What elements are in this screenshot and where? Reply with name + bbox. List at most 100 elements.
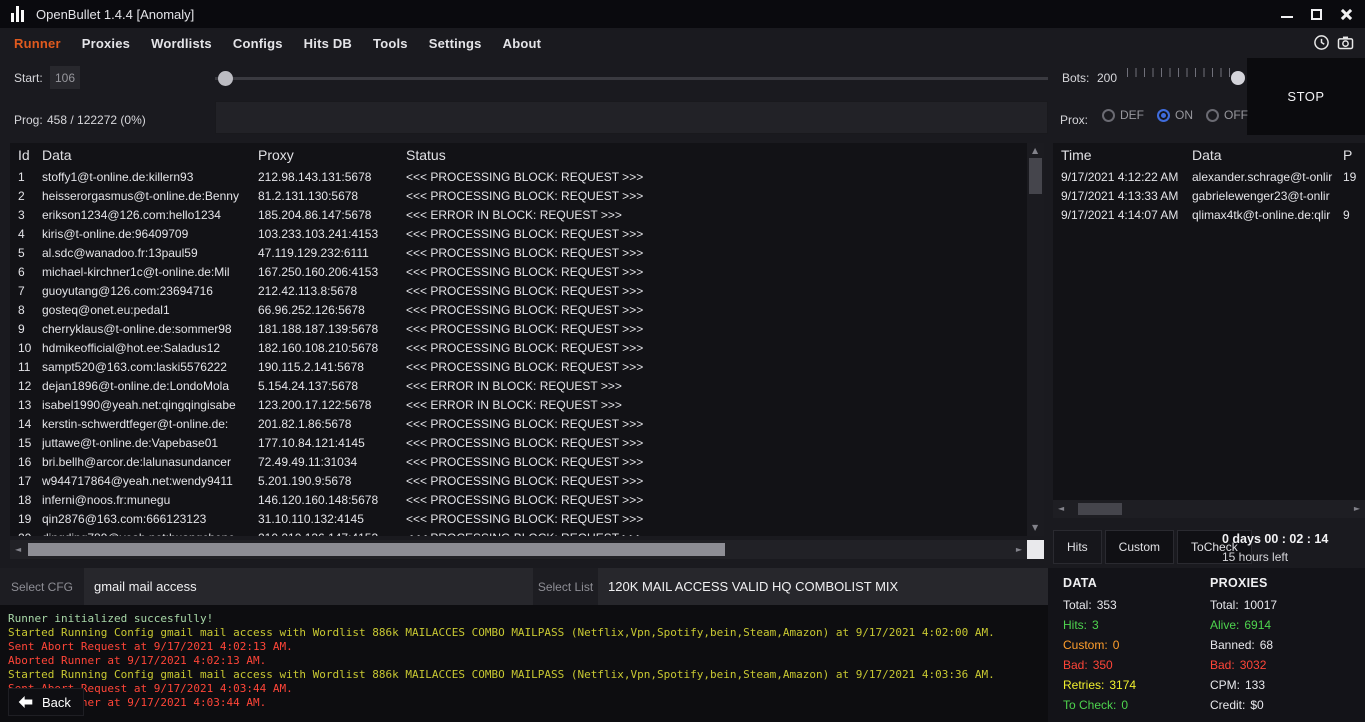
column-header-time[interactable]: Time <box>1061 147 1192 163</box>
stat-value: 133 <box>1245 678 1265 692</box>
openbullet-window: OpenBullet 1.4.4 [Anomaly] Runner Proxie… <box>0 0 1365 722</box>
table-row[interactable]: 18 inferni@noos.fr:munegu 146.120.160.14… <box>10 490 1027 509</box>
cell-id: 17 <box>18 474 42 488</box>
hits-horizontal-scrollbar[interactable]: ◄ ► <box>1053 500 1365 518</box>
progress-bar <box>215 101 1048 134</box>
cell-time: 9/17/2021 4:14:07 AM <box>1061 208 1192 222</box>
scroll-left-icon[interactable]: ◄ <box>1058 505 1064 513</box>
minimize-icon[interactable] <box>1281 16 1293 18</box>
column-header-proxy[interactable]: P <box>1343 147 1365 163</box>
cell-id: 18 <box>18 493 42 507</box>
column-header-data[interactable]: Data <box>1192 147 1343 163</box>
table-row[interactable]: 20 dingding789@yeah.net:huangchenc 210.2… <box>10 528 1027 536</box>
slider-thumb-icon[interactable] <box>218 71 233 86</box>
scroll-left-icon[interactable]: ◄ <box>15 546 21 554</box>
back-button[interactable]: Back <box>8 688 84 716</box>
table-row[interactable]: 5 al.sdc@wanadoo.fr:13paul59 47.119.129.… <box>10 243 1027 262</box>
table-row[interactable]: 11 sampt520@163.com:laski5576222 190.115… <box>10 357 1027 376</box>
proxy-mode-option[interactable]: OFF <box>1206 108 1248 122</box>
cell-data: qlimax4tk@t-online.de:qlir <box>1192 208 1343 222</box>
hit-row[interactable]: 9/17/2021 4:14:07 AM qlimax4tk@t-online.… <box>1053 205 1365 224</box>
data-stats: DATA Total:353 Hits:3 Custom:0 <box>1063 576 1136 715</box>
slider-thumb-icon[interactable] <box>1231 71 1245 85</box>
start-position-slider[interactable] <box>215 61 1048 95</box>
hit-row[interactable]: 9/17/2021 4:13:33 AM gabrielewenger23@t-… <box>1053 186 1365 205</box>
hit-row[interactable]: 9/17/2021 4:12:22 AM alexander.schrage@t… <box>1053 167 1365 186</box>
stop-button[interactable]: STOP <box>1247 58 1365 135</box>
scrollbar-thumb[interactable] <box>28 543 725 556</box>
tab-button[interactable]: Hits <box>1053 530 1102 564</box>
menu-item[interactable]: Settings <box>429 36 482 51</box>
select-list-button[interactable]: Select List <box>533 568 598 605</box>
cell-data: cherryklaus@t-online.de:sommer98 <box>42 322 258 336</box>
wordlist-name-field[interactable]: 120K MAIL ACCESS VALID HQ COMBOLIST MIX <box>598 568 1048 605</box>
table-row[interactable]: 7 guoyutang@126.com:23694716 212.42.113.… <box>10 281 1027 300</box>
menu-items: Runner Proxies Wordlists Configs Hits DB… <box>14 28 541 58</box>
cell-data: heisserorgasmus@t-online.de:Benny <box>42 189 258 203</box>
slider-track <box>215 77 1048 80</box>
screenshot-camera-icon[interactable] <box>1337 34 1354 51</box>
table-row[interactable]: 9 cherryklaus@t-online.de:sommer98 181.1… <box>10 319 1027 338</box>
cell-data: kerstin-schwerdtfeger@t-online.de: <box>42 417 258 431</box>
table-row[interactable]: 8 gosteq@onet.eu:pedal1 66.96.252.126:56… <box>10 300 1027 319</box>
table-row[interactable]: 13 isabel1990@yeah.net:qingqingisabe 123… <box>10 395 1027 414</box>
bots-slider[interactable] <box>1127 64 1247 92</box>
close-icon[interactable] <box>1340 8 1353 21</box>
scroll-down-icon[interactable]: ▼ <box>1032 524 1038 532</box>
menu-item[interactable]: Configs <box>233 36 283 51</box>
column-header-status[interactable]: Status <box>406 147 1027 163</box>
table-row[interactable]: 3 erikson1234@126.com:hello1234 185.204.… <box>10 205 1027 224</box>
menu-item[interactable]: Hits DB <box>304 36 352 51</box>
scroll-up-icon[interactable]: ▲ <box>1032 147 1038 155</box>
start-input[interactable]: 106 <box>50 66 80 89</box>
menu-item[interactable]: Proxies <box>82 36 130 51</box>
stat-value: 0 <box>1113 638 1120 652</box>
table-row[interactable]: 1 stoffy1@t-online.de:killern93 212.98.1… <box>10 167 1027 186</box>
table-row[interactable]: 19 qin2876@163.com:666123123 31.10.110.1… <box>10 509 1027 528</box>
table-row[interactable]: 14 kerstin-schwerdtfeger@t-online.de: 20… <box>10 414 1027 433</box>
table-row[interactable]: 6 michael-kirchner1c@t-online.de:Mil 167… <box>10 262 1027 281</box>
table-row[interactable]: 16 bri.bellh@arcor.de:lalunasundancer 72… <box>10 452 1027 471</box>
history-icon[interactable] <box>1313 34 1330 51</box>
select-config-button[interactable]: Select CFG <box>0 568 84 605</box>
scrollbar-thumb[interactable] <box>1029 158 1042 194</box>
table-row[interactable]: 10 hdmikeofficial@hot.ee:Saladus12 182.1… <box>10 338 1027 357</box>
cell-data: guoyutang@126.com:23694716 <box>42 284 258 298</box>
table-row[interactable]: 15 juttawe@t-online.de:Vapebase01 177.10… <box>10 433 1027 452</box>
window-controls <box>1281 0 1353 28</box>
proxy-mode-option[interactable]: ON <box>1157 108 1193 122</box>
table-row[interactable]: 2 heisserorgasmus@t-online.de:Benny 81.2… <box>10 186 1027 205</box>
cell-id: 4 <box>18 227 42 241</box>
scroll-right-icon[interactable]: ► <box>1016 546 1022 554</box>
menu-item[interactable]: Wordlists <box>151 36 212 51</box>
cell-id: 14 <box>18 417 42 431</box>
table-row[interactable]: 12 dejan1896@t-online.de:LondoMola 5.154… <box>10 376 1027 395</box>
cell-proxy: 47.119.129.232:6111 <box>258 246 406 260</box>
scrollbar-thumb[interactable] <box>1078 503 1122 515</box>
cell-id: 12 <box>18 379 42 393</box>
column-header-data[interactable]: Data <box>42 147 258 163</box>
maximize-icon[interactable] <box>1311 9 1322 20</box>
stat-line: Total:353 <box>1063 595 1136 615</box>
column-header-id[interactable]: Id <box>18 147 42 163</box>
log-line: Started Running Config gmail mail access… <box>8 668 1048 682</box>
table-row[interactable]: 17 w944717864@yeah.net:wendy9411 5.201.1… <box>10 471 1027 490</box>
menu-item[interactable]: Tools <box>373 36 408 51</box>
hits-table-header: Time Data P <box>1053 143 1365 167</box>
cell-id: 8 <box>18 303 42 317</box>
cell-proxy: 146.120.160.148:5678 <box>258 493 406 507</box>
results-horizontal-scrollbar[interactable]: ◄ ► <box>10 540 1027 559</box>
menu-item[interactable]: About <box>503 36 542 51</box>
menu-item[interactable]: Runner <box>14 36 61 51</box>
tab-button[interactable]: Custom <box>1105 530 1174 564</box>
cell-proxy: 81.2.131.130:5678 <box>258 189 406 203</box>
column-header-proxy[interactable]: Proxy <box>258 147 406 163</box>
proxy-mode-option[interactable]: DEF <box>1102 108 1144 122</box>
results-vertical-scrollbar[interactable]: ▲ ▼ <box>1027 143 1044 536</box>
table-row[interactable]: 4 kiris@t-online.de:96409709 103.233.103… <box>10 224 1027 243</box>
slider-ticks <box>1127 68 1233 77</box>
proxy-mode-radios: DEF ON OFF <box>1102 108 1248 122</box>
bots-value: 200 <box>1097 71 1117 85</box>
config-name-field[interactable]: gmail mail access <box>84 568 533 605</box>
scroll-right-icon[interactable]: ► <box>1354 505 1360 513</box>
